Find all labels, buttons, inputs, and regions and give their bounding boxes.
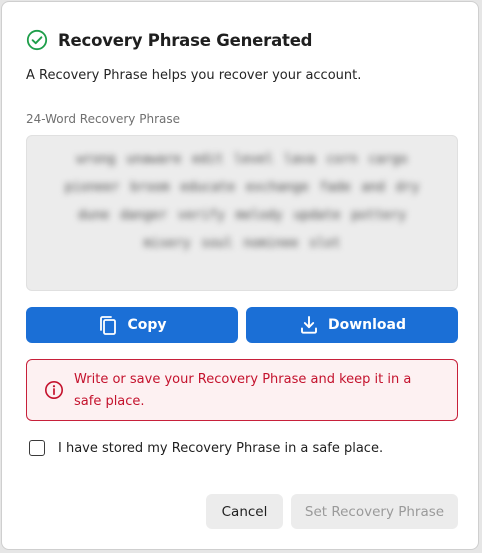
dialog-header: Recovery Phrase Generated: [26, 28, 312, 52]
cancel-button[interactable]: Cancel: [206, 494, 283, 529]
download-button-label: Download: [327, 317, 407, 333]
recovery-phrase-box[interactable]: wrong unaware edit level lava corn cargo…: [26, 135, 458, 291]
dialog-subtitle: A Recovery Phrase helps you recover your…: [26, 68, 362, 83]
confirm-stored-label[interactable]: I have stored my Recovery Phrase in a sa…: [58, 441, 383, 456]
dialog-title: Recovery Phrase Generated: [58, 30, 313, 50]
copy-button[interactable]: Copy: [26, 307, 238, 343]
download-button[interactable]: Download: [246, 307, 458, 343]
confirm-stored-row[interactable]: I have stored my Recovery Phrase in a sa…: [29, 440, 383, 456]
recovery-phrase-text: wrong unaware edit level lava corn cargo…: [64, 152, 420, 251]
cancel-button-label: Cancel: [221, 503, 268, 520]
copy-icon: [100, 316, 117, 335]
copy-button-label: Copy: [127, 317, 167, 333]
set-recovery-phrase-button[interactable]: Set Recovery Phrase: [291, 494, 458, 529]
download-icon: [301, 316, 317, 334]
info-circle-icon: [45, 381, 63, 399]
recovery-phrase-dialog: Recovery Phrase Generated A Recovery Phr…: [1, 1, 479, 550]
warning-banner: Write or save your Recovery Phrase and k…: [26, 359, 458, 421]
check-circle-icon: [26, 29, 48, 51]
warning-text: Write or save your Recovery Phrase and k…: [74, 372, 412, 409]
phrase-label: 24-Word Recovery Phrase: [26, 112, 180, 126]
set-recovery-phrase-label: Set Recovery Phrase: [304, 503, 445, 520]
confirm-stored-checkbox[interactable]: [29, 440, 45, 456]
